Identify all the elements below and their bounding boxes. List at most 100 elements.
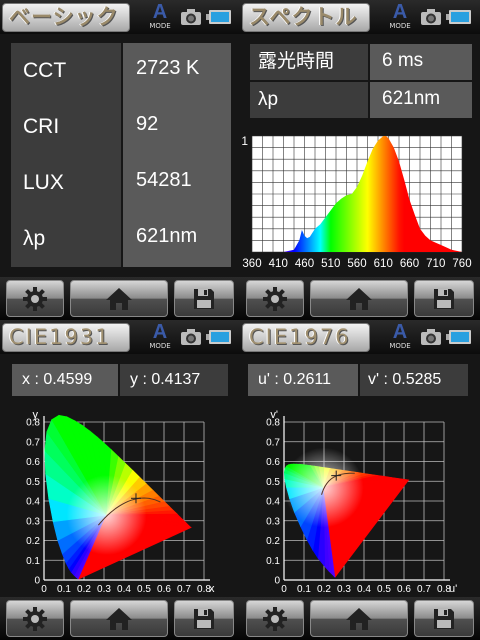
mode-sub-label: MODE bbox=[389, 342, 411, 350]
spectrum-title[interactable]: スペクトル bbox=[242, 3, 370, 32]
x-tick-label: 0.7 bbox=[417, 584, 431, 595]
basic-values-table: CCT 2723 K CRI 92 LUX 54281 λp 621nm bbox=[11, 43, 231, 267]
home-button[interactable] bbox=[310, 280, 408, 317]
cie1931-title[interactable]: CIE1931 bbox=[2, 323, 130, 352]
spectrum-chart: 1 360 410 460 510 560 610 660 710 760 bbox=[241, 134, 471, 270]
exposure-label: 露光時間 bbox=[250, 44, 368, 80]
camera-icon[interactable] bbox=[420, 328, 442, 346]
floppy-icon bbox=[434, 608, 454, 629]
basic-panel: ベーシック A MODE CCT 2723 K CRI 92 LUX 54281 bbox=[0, 0, 240, 320]
y-tick-label: 0.6 bbox=[26, 457, 40, 468]
battery-icon bbox=[206, 330, 231, 344]
mode-sub-label: MODE bbox=[389, 22, 411, 30]
cie1976-title[interactable]: CIE1976 bbox=[242, 323, 370, 352]
home-icon bbox=[346, 607, 372, 630]
x-tick-label: 360 bbox=[242, 258, 261, 270]
home-button[interactable] bbox=[70, 280, 168, 317]
home-icon bbox=[106, 607, 132, 630]
floppy-icon bbox=[194, 288, 214, 309]
mode-sub-label: MODE bbox=[149, 22, 171, 30]
y-tick-label: 0 bbox=[274, 576, 280, 587]
lux-label: LUX bbox=[11, 155, 121, 211]
cct-row: CCT 2723 K bbox=[11, 43, 231, 99]
camera-icon[interactable] bbox=[420, 8, 442, 26]
peak-wavelength-label: λp bbox=[11, 211, 121, 267]
save-button[interactable] bbox=[414, 600, 474, 637]
x-axis-label: x bbox=[209, 583, 215, 595]
x-tick-label: 710 bbox=[426, 258, 445, 270]
x-axis-label: u' bbox=[449, 583, 457, 595]
button-bar bbox=[0, 277, 240, 320]
white-point-glow bbox=[283, 447, 364, 528]
home-icon bbox=[106, 287, 132, 310]
peak-wavelength-row: λp 621nm bbox=[11, 211, 231, 267]
peak-wavelength-row: λp 621nm bbox=[250, 82, 472, 118]
y-tick-label: 0.7 bbox=[266, 437, 280, 448]
y-tick-label: 0.2 bbox=[266, 536, 280, 547]
x-tick-label: 0.1 bbox=[57, 584, 71, 595]
lux-row: LUX 54281 bbox=[11, 155, 231, 211]
battery-icon bbox=[206, 10, 231, 24]
y-tick-label: 0.7 bbox=[26, 437, 40, 448]
x-tick-label: 0.4 bbox=[117, 584, 131, 595]
mode-a-button[interactable]: A MODE bbox=[386, 322, 414, 352]
y-tick-label: 1 bbox=[241, 134, 248, 148]
mode-sub-label: MODE bbox=[149, 342, 171, 350]
x-tick-label: 0.4 bbox=[357, 584, 371, 595]
settings-button[interactable] bbox=[6, 280, 64, 317]
settings-button[interactable] bbox=[6, 600, 64, 637]
title-bar: ベーシック A MODE bbox=[0, 0, 240, 34]
x-tick-label: 0.3 bbox=[97, 584, 111, 595]
x-value: x : 0.4599 bbox=[12, 364, 118, 396]
y-axis-label: v' bbox=[270, 409, 278, 421]
y-tick-label: 0.4 bbox=[26, 497, 40, 508]
x-tick-label: 0.3 bbox=[337, 584, 351, 595]
save-button[interactable] bbox=[174, 600, 234, 637]
x-tick-label: 0 bbox=[281, 584, 287, 595]
peak-wavelength-label: λp bbox=[250, 82, 368, 118]
button-bar bbox=[240, 277, 480, 320]
home-button[interactable] bbox=[70, 600, 168, 637]
exposure-row: 露光時間 6 ms bbox=[250, 44, 472, 80]
y-tick-label: 0.4 bbox=[266, 497, 280, 508]
spectrum-panel: スペクトル A MODE 露光時間 6 ms λp 621nm 1 360 410 4… bbox=[240, 0, 480, 320]
y-tick-label: 0.3 bbox=[26, 516, 40, 527]
x-tick-label: 0.7 bbox=[177, 584, 191, 595]
cct-value: 2723 K bbox=[123, 43, 231, 99]
y-tick-label: 0.1 bbox=[266, 556, 280, 567]
x-tick-label: 560 bbox=[347, 258, 366, 270]
peak-wavelength-value: 621nm bbox=[370, 82, 472, 118]
cct-label: CCT bbox=[11, 43, 121, 99]
cie1976-panel: CIE1976 A MODE u' : 0.2611 v' : 0.5285 0… bbox=[240, 320, 480, 640]
camera-icon[interactable] bbox=[180, 8, 202, 26]
gear-icon bbox=[263, 286, 287, 311]
title-bar: CIE1976 A MODE bbox=[240, 320, 480, 354]
mode-a-button[interactable]: A MODE bbox=[386, 2, 414, 32]
basic-title[interactable]: ベーシック bbox=[2, 3, 130, 32]
y-tick-label: 0.1 bbox=[26, 556, 40, 567]
home-button[interactable] bbox=[310, 600, 408, 637]
camera-icon[interactable] bbox=[180, 328, 202, 346]
mode-label: A bbox=[152, 1, 168, 23]
button-bar bbox=[240, 597, 480, 640]
cie1931-panel: CIE1931 A MODE x : 0.4599 y : 0.4137 0 0.… bbox=[0, 320, 240, 640]
gear-icon bbox=[263, 606, 287, 631]
x-tick-label: 0.2 bbox=[317, 584, 331, 595]
x-tick-label: 0.6 bbox=[157, 584, 171, 595]
mode-a-button[interactable]: A MODE bbox=[146, 2, 174, 32]
y-axis-label: y bbox=[33, 409, 39, 421]
settings-button[interactable] bbox=[246, 600, 304, 637]
white-point-glow bbox=[66, 475, 147, 556]
y-value: y : 0.4137 bbox=[120, 364, 228, 396]
settings-button[interactable] bbox=[246, 280, 304, 317]
mode-label: A bbox=[392, 321, 408, 343]
floppy-icon bbox=[194, 608, 214, 629]
battery-icon bbox=[446, 10, 471, 24]
mode-label: A bbox=[152, 321, 168, 343]
x-tick-label: 510 bbox=[321, 258, 340, 270]
save-button[interactable] bbox=[414, 280, 474, 317]
mode-a-button[interactable]: A MODE bbox=[146, 322, 174, 352]
y-tick-label: 0 bbox=[34, 576, 40, 587]
save-button[interactable] bbox=[174, 280, 234, 317]
x-tick-label: 0.5 bbox=[377, 584, 391, 595]
